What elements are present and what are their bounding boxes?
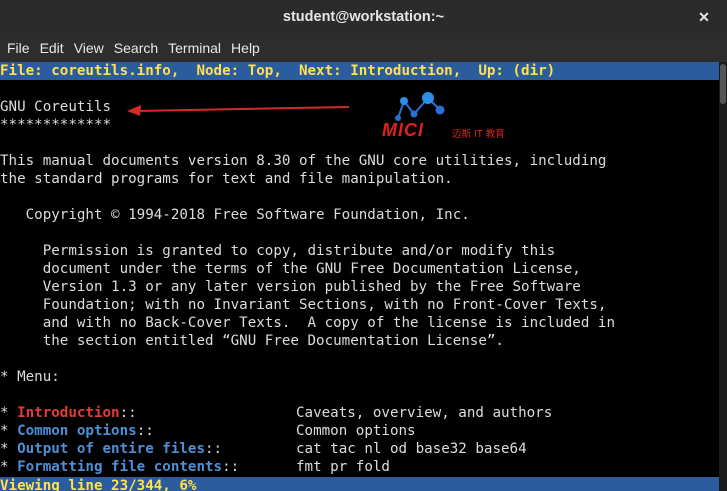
menu-terminal[interactable]: Terminal — [163, 34, 226, 62]
copyright-line: Copyright © 1994-2018 Free Software Foun… — [0, 207, 470, 223]
menu-search[interactable]: Search — [109, 34, 163, 62]
scrollbar[interactable] — [719, 62, 727, 491]
menu-link[interactable]: Formatting file contents — [17, 459, 222, 475]
menu-desc: Common options — [296, 423, 416, 439]
doc-title-underline: ************* — [0, 117, 112, 133]
menu-link[interactable]: Output of entire files — [17, 441, 205, 457]
menu-desc: cat tac nl od base32 base64 — [296, 441, 527, 457]
terminal-window: student@workstation:~ ✕ File Edit View S… — [0, 0, 727, 491]
terminal-content[interactable]: File: coreutils.info, Node: Top, Next: I… — [0, 62, 719, 491]
menu-link[interactable]: Introduction — [17, 405, 120, 421]
menu-entry-formatting[interactable]: * Formatting file contents:: fmt pr fold — [0, 458, 719, 476]
scrollbar-thumb[interactable] — [720, 64, 726, 104]
menu-heading: * Menu: — [0, 369, 60, 385]
menu-desc: Caveats, overview, and authors — [296, 405, 553, 421]
menu-view[interactable]: View — [69, 34, 109, 62]
info-header-line: File: coreutils.info, Node: Top, Next: I… — [0, 62, 719, 80]
body-line: This manual documents version 8.30 of th… — [0, 153, 607, 169]
mici-logo: MICI 迈斯 IT 教育 — [380, 88, 530, 144]
license-line: Version 1.3 or any later version publish… — [0, 279, 581, 295]
doc-title: GNU Coreutils — [0, 99, 112, 115]
title-bar[interactable]: student@workstation:~ ✕ — [0, 0, 727, 34]
license-line: Permission is granted to copy, distribut… — [0, 243, 556, 259]
license-line: document under the terms of the GNU Free… — [0, 261, 581, 277]
logo-subtitle: 迈斯 IT 教育 — [452, 129, 505, 140]
molecule-logo-icon — [395, 92, 445, 121]
arrow-annotation-icon — [127, 105, 350, 116]
menu-bar: File Edit View Search Terminal Help — [0, 34, 727, 62]
menu-file[interactable]: File — [2, 34, 35, 62]
license-line: Foundation; with no Invariant Sections, … — [0, 297, 607, 313]
license-line: and with no Back-Cover Texts. A copy of … — [0, 315, 615, 331]
close-icon[interactable]: ✕ — [695, 8, 713, 26]
license-line: the section entitled “GNU Free Documenta… — [0, 333, 504, 349]
status-line: Viewing line 23/344, 6% — [0, 477, 719, 491]
menu-edit[interactable]: Edit — [35, 34, 69, 62]
menu-desc: fmt pr fold — [296, 459, 390, 475]
body-line: the standard programs for text and file … — [0, 171, 453, 187]
menu-entry-output-files[interactable]: * Output of entire files:: cat tac nl od … — [0, 440, 719, 458]
menu-entry-introduction[interactable]: * Introduction:: Caveats, overview, and a… — [0, 404, 719, 422]
menu-link[interactable]: Common options — [17, 423, 137, 439]
window-title: student@workstation:~ — [282, 9, 445, 25]
menu-entry-common-options[interactable]: * Common options:: Common options — [0, 422, 719, 440]
logo-text: MICI — [382, 120, 424, 140]
menu-help[interactable]: Help — [226, 34, 265, 62]
